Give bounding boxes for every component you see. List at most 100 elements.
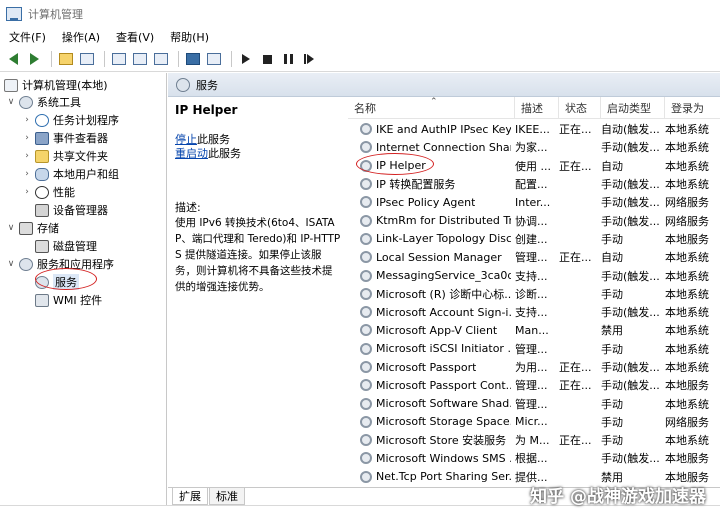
chevron-right-icon[interactable]: › [22, 187, 32, 197]
properties-icon [112, 53, 126, 65]
service-row[interactable]: Microsoft Account Sign-i... 支持... 手动(触发...… [348, 303, 720, 321]
service-name-cell: Microsoft iSCSI Initiator ... [348, 342, 511, 355]
tree-item-task-scheduler[interactable]: › 任务计划程序 [22, 111, 119, 129]
service-log-on-as: 本地服务 [665, 452, 709, 466]
tree-item-disk-management[interactable]: 磁盘管理 [22, 237, 97, 255]
tree-item-shared-folders[interactable]: › 共享文件夹 [22, 147, 108, 165]
service-row[interactable]: Link-Layer Topology Disc... 创建... 手动 本地服务 [348, 230, 720, 248]
service-row[interactable]: Microsoft Windows SMS ... 根据... 手动(触发... 本地… [348, 449, 720, 467]
service-gear-icon [360, 415, 372, 428]
title-bar[interactable]: 计算机管理 [0, 0, 720, 27]
column-header-name[interactable]: 名称 ⌃ [348, 97, 515, 119]
service-description: Inter... [515, 195, 551, 209]
back-button[interactable] [4, 50, 22, 68]
service-name: Microsoft Store 安装服务 [376, 434, 507, 448]
service-status: 正在... [559, 361, 592, 374]
service-startup-type: 禁用 [601, 324, 623, 338]
service-log-on-as: 本地系统 [665, 159, 709, 173]
service-name: Microsoft Software Shad... [376, 397, 511, 411]
tree-item-event-viewer[interactable]: › 事件查看器 [22, 129, 108, 147]
restart-service-link[interactable]: 重启动 [175, 147, 208, 160]
tree-item-services-apps[interactable]: ∨ 服务和应用程序 [6, 255, 114, 273]
service-row[interactable]: Microsoft Software Shad... 管理... 手动 本地系统 [348, 394, 720, 412]
stop-service-button[interactable] [258, 50, 276, 68]
tree-item-system-tools[interactable]: ∨ 系统工具 [6, 93, 81, 111]
tree-item-performance[interactable]: › 性能 [22, 183, 75, 201]
storage-icon [19, 221, 33, 235]
menu-file[interactable]: 文件(F) [4, 29, 51, 45]
menu-action[interactable]: 操作(A) [57, 29, 105, 45]
forward-arrow-icon [29, 53, 39, 65]
computer-management-window: 计算机管理 文件(F) 操作(A) 查看(V) 帮助(H) 计算机管理(本地) [0, 0, 720, 525]
menu-bar: 文件(F) 操作(A) 查看(V) 帮助(H) [0, 27, 720, 47]
tree-item-root[interactable]: 计算机管理(本地) [4, 76, 108, 94]
column-header-description[interactable]: 描述 [515, 97, 559, 119]
tree-item-wmi[interactable]: WMI 控件 [22, 291, 102, 309]
tree-item-local-users[interactable]: › 本地用户和组 [22, 165, 119, 183]
refresh-button[interactable] [131, 50, 149, 68]
service-row[interactable]: Microsoft Store 安装服务为 M... 正在... 手动 本地系统 [348, 431, 720, 449]
column-header-startup-type[interactable]: 启动类型 [601, 97, 665, 119]
performance-icon [35, 185, 49, 199]
chevron-right-icon[interactable]: › [22, 115, 32, 125]
service-row[interactable]: MessagingService_3ca0d 支持... 手动(触发... 本地系统 [348, 266, 720, 284]
chevron-down-icon[interactable]: ∨ [6, 223, 16, 233]
service-row[interactable]: KtmRm for Distributed Tr... 协调... 手动(触发...… [348, 211, 720, 229]
service-row[interactable]: IPsec Policy Agent Inter... 手动(触发... 网络服务 [348, 193, 720, 211]
up-one-level-button[interactable] [57, 50, 75, 68]
service-log-on-as: 本地系统 [665, 361, 709, 374]
service-gear-icon [360, 361, 372, 373]
service-row[interactable]: Microsoft Passport Cont... 管理... 正在... 手动(触… [348, 376, 720, 394]
description-text: 使用 IPv6 转换技术(6to4、ISATAP、端口代理和 Teredo)和 … [175, 217, 341, 293]
export-list-button[interactable] [152, 50, 170, 68]
tree-item-device-manager[interactable]: 设备管理器 [22, 201, 108, 219]
service-gear-icon [360, 379, 372, 392]
forward-button[interactable] [25, 50, 43, 68]
event-viewer-icon [35, 131, 49, 145]
chevron-right-icon[interactable]: › [22, 169, 32, 179]
chevron-down-icon[interactable]: ∨ [6, 97, 16, 107]
start-service-button[interactable] [237, 50, 255, 68]
pause-service-button[interactable] [279, 50, 297, 68]
service-row[interactable]: IP 转换配置服务 配置... 手动(触发... 本地系统 [348, 175, 720, 193]
service-startup-type: 自动 [601, 251, 623, 265]
service-gear-icon [360, 196, 372, 209]
tree-item-storage[interactable]: ∨ 存储 [6, 219, 59, 237]
chevron-right-icon[interactable]: › [22, 151, 32, 161]
play-icon [242, 54, 250, 64]
pane-title: 服务 [196, 78, 218, 92]
column-header-status[interactable]: 状态 [559, 97, 601, 119]
service-row[interactable]: Microsoft Storage Space... Micr... 手动 网络服务 [348, 413, 720, 431]
refresh-icon [133, 53, 147, 65]
menu-view[interactable]: 查看(V) [111, 29, 159, 45]
service-gear-icon [360, 434, 372, 447]
tab-extended[interactable]: 扩展 [172, 488, 208, 505]
chevron-right-icon[interactable]: › [22, 133, 32, 143]
service-row[interactable]: IP Helper 使用 ... 正在... 自动 本地系统 [348, 157, 720, 175]
service-log-on-as: 本地系统 [665, 178, 709, 192]
stop-service-link[interactable]: 停止 [175, 133, 197, 146]
service-log-on-as: 本地服务 [665, 379, 709, 393]
tab-standard[interactable]: 标准 [209, 488, 245, 505]
service-row[interactable]: Microsoft (R) 诊断中心标... 诊断... 手动 本地系统 [348, 285, 720, 303]
help-button[interactable] [184, 50, 202, 68]
service-name-cell: MessagingService_3ca0d [348, 269, 511, 282]
service-log-on-as: 本地系统 [665, 306, 709, 320]
service-row[interactable]: IKE and AuthIP IPsec Key... IKEE... 正在... 自… [348, 120, 720, 138]
properties-button[interactable] [110, 50, 128, 68]
show-hide-console-tree-button[interactable] [78, 50, 96, 68]
service-row[interactable]: Internet Connection Shari... 为家... 手动(触发..… [348, 138, 720, 156]
tree-item-services[interactable]: 服务 [22, 273, 79, 291]
chevron-down-icon[interactable]: ∨ [6, 259, 16, 269]
folder-up-icon [59, 53, 73, 65]
show-hide-action-pane-button[interactable] [205, 50, 223, 68]
service-row[interactable]: Local Session Manager 管理... 正在... 自动 本地系统 [348, 248, 720, 266]
service-row[interactable]: Microsoft iSCSI Initiator ... 管理... 手动 本地系统 [348, 340, 720, 358]
menu-help[interactable]: 帮助(H) [165, 29, 214, 45]
service-row[interactable]: Microsoft App-V Client Man... 禁用 本地系统 [348, 321, 720, 339]
restart-service-button[interactable] [300, 50, 318, 68]
service-name: Microsoft Storage Space... [376, 415, 511, 429]
column-header-log-on-as[interactable]: 登录为 [665, 97, 720, 119]
service-description: 为家... [515, 141, 548, 155]
service-row[interactable]: Microsoft Passport 为用... 正在... 手动(触发... 本地系统 [348, 358, 720, 376]
